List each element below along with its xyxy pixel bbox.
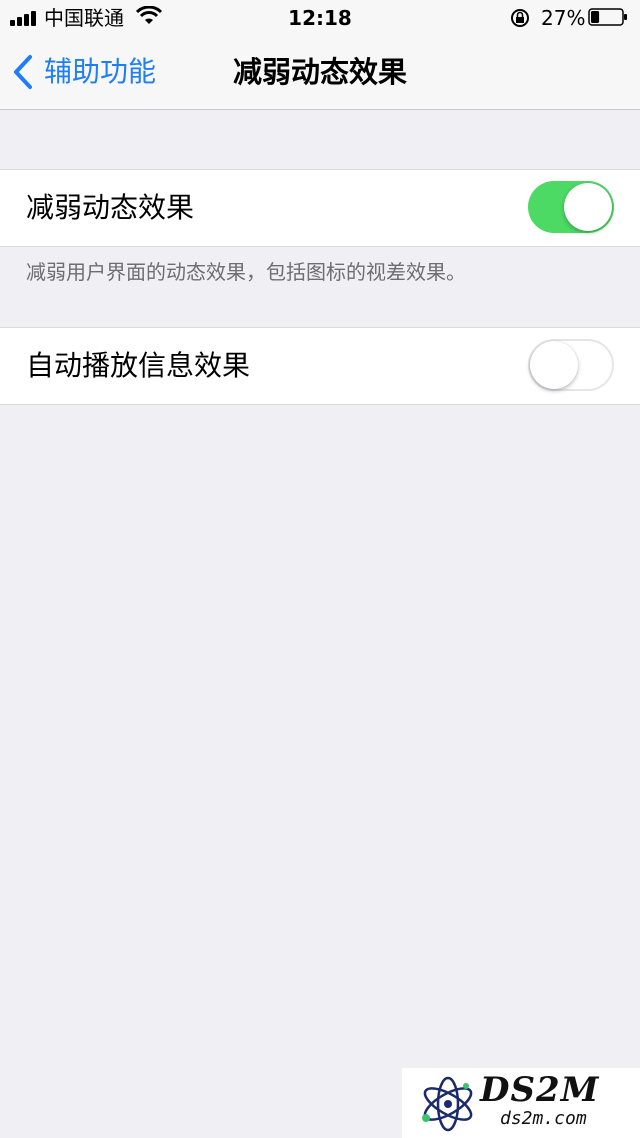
reduce-motion-toggle[interactable] bbox=[528, 181, 614, 233]
watermark-brand: DS2M bbox=[480, 1070, 600, 1110]
setting-label: 减弱动态效果 bbox=[26, 191, 195, 224]
toggle-knob bbox=[530, 341, 578, 389]
setting-footnote: 减弱用户界面的动态效果，包括图标的视差效果。 bbox=[26, 260, 466, 284]
page-title: 减弱动态效果 bbox=[232, 55, 407, 89]
setting-row-reduce-motion: 减弱动态效果 bbox=[0, 169, 640, 247]
setting-row-auto-play-message-effects: 自动播放信息效果 bbox=[0, 327, 640, 405]
atom-logo-icon bbox=[422, 1076, 473, 1132]
watermark-domain: ds2m.com bbox=[500, 1108, 587, 1129]
battery-percent: 27% bbox=[541, 6, 586, 30]
navigation-bar: 辅助功能 减弱动态效果 bbox=[0, 36, 640, 110]
toggle-knob bbox=[564, 183, 612, 231]
setting-label: 自动播放信息效果 bbox=[26, 349, 251, 382]
rotation-lock-icon bbox=[511, 9, 529, 27]
status-bar: 中国联通 12:18 27% bbox=[0, 0, 640, 36]
battery-icon bbox=[588, 8, 627, 26]
watermark: DS2M ds2m.com bbox=[402, 1068, 640, 1138]
auto-play-message-effects-toggle[interactable] bbox=[528, 339, 614, 391]
